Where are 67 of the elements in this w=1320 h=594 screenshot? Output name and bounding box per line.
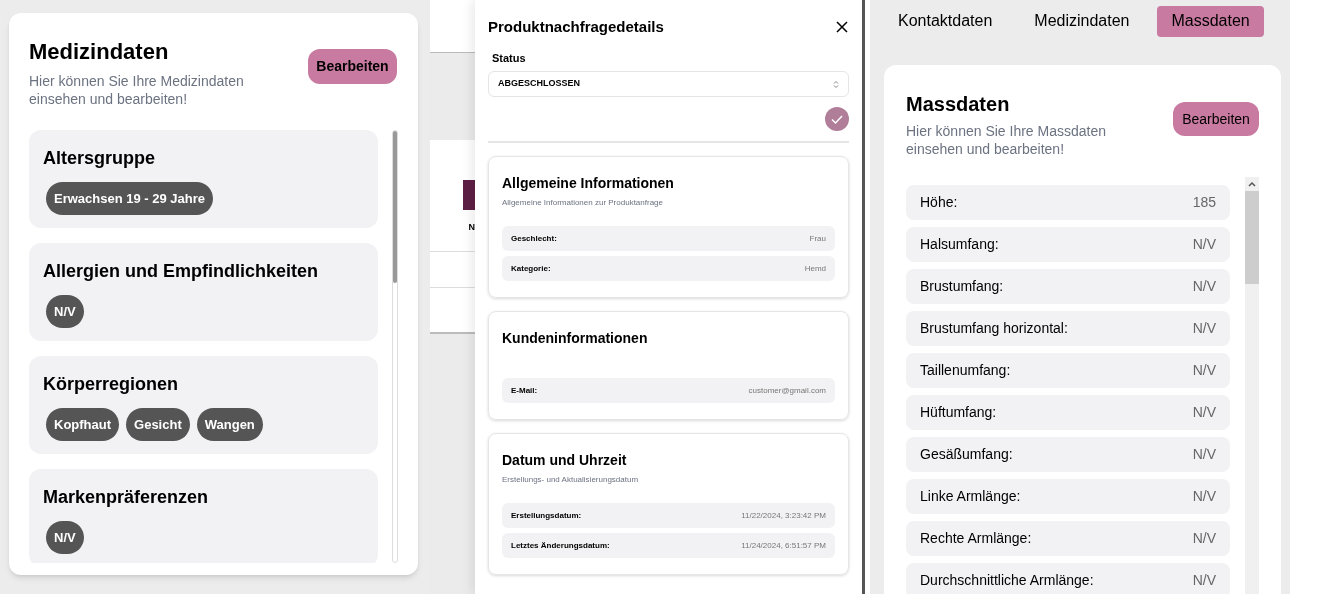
row-label: Geschlecht:	[511, 232, 557, 245]
row-value: N/V	[1192, 235, 1217, 254]
scrollbar[interactable]	[392, 130, 398, 563]
row-label: Erstellungsdatum:	[511, 509, 582, 522]
panel-title: Massdaten	[906, 92, 1011, 117]
scroll-up-icon[interactable]	[1248, 181, 1256, 187]
panel-subtitle: Hier können Sie Ihre Medizindaten einsehen und bearbeiten!	[29, 72, 245, 108]
card-title: Kundeninformationen	[502, 329, 649, 348]
row-value: N/V	[1192, 571, 1217, 590]
column-label: N	[468, 223, 475, 232]
panel-title: Medizindaten	[29, 38, 170, 66]
row-value: N/V	[1192, 277, 1217, 296]
tab[interactable]: Massdaten	[1157, 5, 1264, 37]
tag-chip: Gesicht	[126, 408, 190, 441]
row-label: Höhe:	[920, 193, 958, 212]
row-label: Gesäßumfang:	[920, 445, 1013, 464]
row-value: customer@gmail.com	[748, 384, 826, 397]
scrollbar-thumb[interactable]	[393, 131, 397, 283]
card-title: Allgemeine Informationen	[502, 174, 675, 193]
tag-chip: Erwachsen 19 - 29 Jahre	[46, 182, 214, 215]
tag-chip: Wangen	[196, 408, 263, 441]
row-label: Kategorie:	[511, 262, 551, 275]
row-value: 11/22/2024, 3:23:42 PM	[741, 509, 826, 522]
row-value: 185	[1192, 193, 1217, 212]
scrollbar-thumb[interactable]	[1245, 191, 1259, 284]
section-title: Körperregionen	[43, 373, 180, 396]
tag-chip: N/V	[46, 521, 84, 554]
card-subtitle: Erstellungs- und Aktualisierungsdatum	[502, 474, 640, 486]
row-value: Hemd	[804, 262, 826, 275]
row-label: Letztes Änderungsdatum:	[511, 539, 610, 552]
row-label: Brustumfang:	[920, 277, 1004, 296]
confirm-button[interactable]	[825, 107, 849, 131]
tag-chip: N/V	[46, 295, 84, 328]
tag-chip: Kopfhaut	[46, 408, 120, 441]
dialog-title: Produktnachfragedetails	[488, 17, 664, 37]
row-label: Rechte Armlänge:	[920, 529, 1032, 548]
row-label: Brustumfang horizontal:	[920, 319, 1068, 338]
row-value: 11/24/2024, 6:51:57 PM	[741, 539, 826, 552]
card-subtitle: Allgemeine Informationen zur Produktanfrage	[502, 197, 664, 209]
section-title: Allergien und Empfindlichkeiten	[43, 260, 320, 283]
row-value: N/V	[1192, 319, 1217, 338]
row-label: Durchschnittliche Armlänge:	[920, 571, 1094, 590]
row-value: N/V	[1192, 487, 1217, 506]
card-title: Datum und Uhrzeit	[502, 451, 628, 470]
row-label: Halsumfang:	[920, 235, 999, 254]
edit-button[interactable]: Bearbeiten	[308, 49, 397, 84]
row-value: N/V	[1192, 445, 1217, 464]
row-label: Taillenumfang:	[920, 361, 1011, 380]
row-value: N/V	[1192, 403, 1217, 422]
row-label: E-Mail:	[511, 384, 538, 397]
tab[interactable]: Kontaktdaten	[884, 5, 1007, 37]
row-label: Linke Armlänge:	[920, 487, 1021, 506]
row-value: N/V	[1192, 529, 1217, 548]
tab[interactable]: Medizindaten	[1020, 5, 1144, 37]
field-label: Status	[492, 50, 527, 66]
edit-button[interactable]: Bearbeiten	[1173, 102, 1259, 136]
chevron-updown-icon	[833, 79, 839, 89]
section-title: Altersgruppe	[43, 147, 157, 170]
scrollbar[interactable]	[1245, 177, 1259, 594]
row-value: N/V	[1192, 361, 1217, 380]
row-value: Frau	[809, 232, 826, 245]
status-select[interactable]: ABGESCHLOSSEN	[488, 71, 849, 97]
row-label: Hüftumfang:	[920, 403, 997, 422]
panel-subtitle: Hier können Sie Ihre Massdaten einsehen und bearbeiten!	[906, 122, 1107, 158]
header-bar	[463, 180, 475, 210]
section-title: Markenpräferenzen	[43, 486, 210, 509]
close-icon[interactable]	[836, 21, 848, 34]
